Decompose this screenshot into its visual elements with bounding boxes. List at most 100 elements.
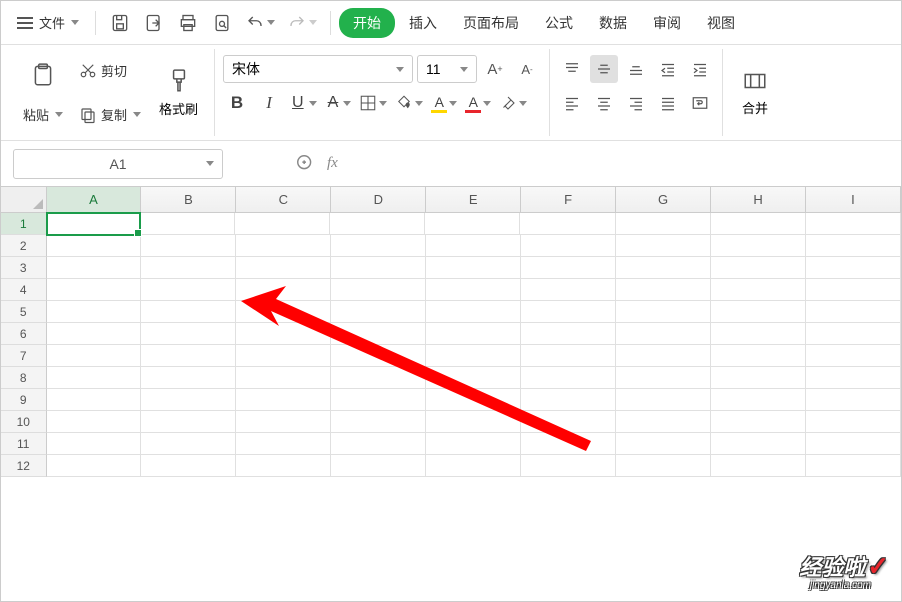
font-size-select[interactable]: 11	[417, 55, 477, 83]
cell[interactable]	[806, 323, 901, 345]
cell[interactable]	[331, 301, 426, 323]
copy-button[interactable]: 复制	[73, 101, 147, 128]
cell[interactable]	[47, 301, 142, 323]
tab-review[interactable]: 审阅	[641, 7, 693, 39]
cell[interactable]	[616, 213, 711, 235]
cell[interactable]	[616, 279, 711, 301]
cell[interactable]	[236, 455, 331, 477]
column-header[interactable]: I	[806, 187, 901, 212]
cell[interactable]	[616, 455, 711, 477]
cell[interactable]	[236, 433, 331, 455]
cell[interactable]	[236, 301, 331, 323]
cell[interactable]	[616, 257, 711, 279]
align-right-button[interactable]	[622, 89, 650, 117]
row-header[interactable]: 11	[1, 433, 47, 455]
align-middle-button[interactable]	[590, 55, 618, 83]
cell[interactable]	[806, 411, 901, 433]
cell[interactable]	[426, 257, 521, 279]
cell[interactable]	[331, 279, 426, 301]
column-header[interactable]: D	[331, 187, 426, 212]
clear-format-button[interactable]	[497, 92, 529, 114]
cell[interactable]	[47, 411, 142, 433]
cell[interactable]	[141, 323, 236, 345]
name-box[interactable]: A1	[13, 149, 223, 179]
cell[interactable]	[711, 213, 806, 235]
cell[interactable]	[331, 323, 426, 345]
cell[interactable]	[331, 411, 426, 433]
paste-button[interactable]	[17, 55, 69, 95]
row-header[interactable]: 7	[1, 345, 47, 367]
wrap-text-button[interactable]	[686, 89, 714, 117]
cell[interactable]	[521, 389, 616, 411]
cell[interactable]	[426, 345, 521, 367]
cell[interactable]	[616, 235, 711, 257]
font-name-select[interactable]: 宋体	[223, 55, 413, 83]
highlight-color-button[interactable]: A	[429, 92, 459, 115]
cell[interactable]	[236, 279, 331, 301]
column-header[interactable]: B	[141, 187, 236, 212]
tab-data[interactable]: 数据	[587, 7, 639, 39]
row-header[interactable]: 6	[1, 323, 47, 345]
cell[interactable]	[236, 411, 331, 433]
column-header[interactable]: F	[521, 187, 616, 212]
bold-button[interactable]: B	[223, 89, 251, 117]
tab-formula[interactable]: 公式	[533, 7, 585, 39]
row-header[interactable]: 3	[1, 257, 47, 279]
cell[interactable]	[521, 411, 616, 433]
cell[interactable]	[711, 323, 806, 345]
cell[interactable]	[616, 301, 711, 323]
cell[interactable]	[806, 235, 901, 257]
cell[interactable]	[616, 323, 711, 345]
tab-start[interactable]: 开始	[339, 8, 395, 38]
cell[interactable]	[47, 345, 142, 367]
cell[interactable]	[236, 345, 331, 367]
print-preview-button[interactable]	[206, 7, 238, 39]
cell[interactable]	[236, 367, 331, 389]
cell[interactable]	[235, 213, 330, 235]
column-header[interactable]: E	[426, 187, 521, 212]
cell[interactable]	[141, 235, 236, 257]
cell[interactable]	[616, 411, 711, 433]
cell[interactable]	[806, 257, 901, 279]
cell[interactable]	[806, 213, 901, 235]
cell[interactable]	[331, 345, 426, 367]
cell[interactable]	[806, 301, 901, 323]
cell[interactable]	[47, 455, 142, 477]
cell[interactable]	[711, 367, 806, 389]
search-icon[interactable]	[295, 153, 317, 175]
cell[interactable]	[711, 389, 806, 411]
print-button[interactable]	[172, 7, 204, 39]
cell[interactable]	[711, 433, 806, 455]
select-all-corner[interactable]	[1, 187, 47, 212]
row-header[interactable]: 8	[1, 367, 47, 389]
cell[interactable]	[426, 389, 521, 411]
column-header[interactable]: H	[711, 187, 806, 212]
justify-button[interactable]	[654, 89, 682, 117]
cell[interactable]	[521, 323, 616, 345]
cut-button[interactable]: 剪切	[73, 57, 147, 84]
undo-button[interactable]	[240, 7, 280, 39]
cell[interactable]	[521, 433, 616, 455]
cell[interactable]	[141, 301, 236, 323]
cell[interactable]	[141, 279, 236, 301]
export-button[interactable]	[138, 7, 170, 39]
cell[interactable]	[426, 235, 521, 257]
cell[interactable]	[426, 411, 521, 433]
row-header[interactable]: 1	[1, 213, 47, 235]
cell[interactable]	[141, 257, 236, 279]
align-bottom-button[interactable]	[622, 55, 650, 83]
save-button[interactable]	[104, 7, 136, 39]
cell[interactable]	[521, 367, 616, 389]
fx-label[interactable]: fx	[327, 155, 338, 172]
cell[interactable]	[236, 257, 331, 279]
cell[interactable]	[47, 257, 142, 279]
cell[interactable]	[711, 411, 806, 433]
cell[interactable]	[426, 367, 521, 389]
cell[interactable]	[711, 455, 806, 477]
cell[interactable]	[236, 235, 331, 257]
paste-dropdown[interactable]: 粘贴	[17, 101, 69, 128]
cell[interactable]	[426, 323, 521, 345]
cell[interactable]	[711, 257, 806, 279]
cell[interactable]	[806, 345, 901, 367]
cell[interactable]	[711, 235, 806, 257]
